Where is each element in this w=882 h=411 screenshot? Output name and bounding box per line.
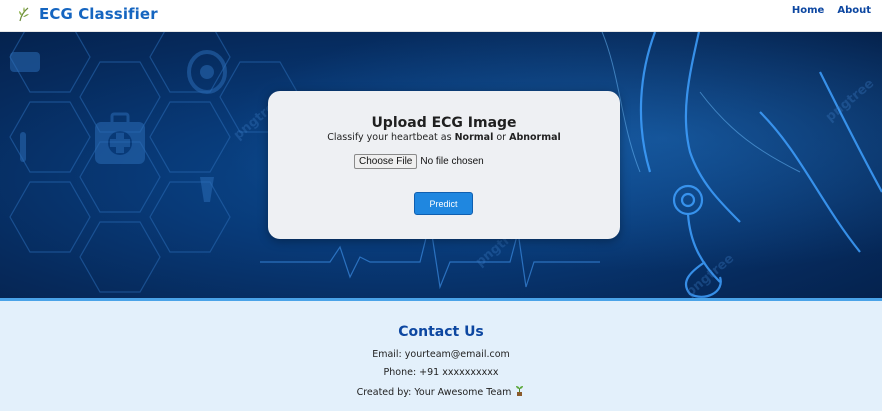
file-status: No file chosen [420, 156, 484, 167]
subtitle-prefix: Classify your heartbeat as [327, 132, 455, 143]
created-by-text: Created by: Your Awesome Team [356, 387, 512, 398]
leaf-icon [17, 5, 33, 23]
navbar: ECG Classifier Home About [0, 0, 882, 32]
contact-email: Email: yourteam@email.com [372, 349, 510, 360]
upload-card: Upload ECG Image Classify your heartbeat… [268, 91, 620, 239]
file-input[interactable]: Choose File No file chosen [354, 154, 484, 169]
contact-phone: Phone: +91 xxxxxxxxxx [383, 367, 499, 378]
footer: Contact Us Email: yourteam@email.com Pho… [0, 301, 882, 411]
subtitle-or: or [493, 132, 510, 143]
seedling-icon [514, 385, 525, 396]
predict-button[interactable]: Predict [414, 192, 473, 215]
choose-file-button[interactable]: Choose File [354, 154, 418, 169]
brand[interactable]: ECG Classifier [17, 5, 158, 23]
upload-title: Upload ECG Image [371, 115, 517, 131]
brand-title: ECG Classifier [39, 5, 158, 23]
created-by: Created by: Your Awesome Team [0, 385, 882, 398]
nav-links: Home About [792, 5, 871, 16]
nav-link-home[interactable]: Home [792, 5, 824, 16]
contact-title: Contact Us [398, 324, 484, 340]
nav-link-about[interactable]: About [837, 5, 871, 16]
subtitle-abnormal: Abnormal [509, 132, 561, 143]
subtitle-normal: Normal [454, 132, 494, 143]
upload-subtitle: Classify your heartbeat as Normal or Abn… [268, 132, 620, 143]
